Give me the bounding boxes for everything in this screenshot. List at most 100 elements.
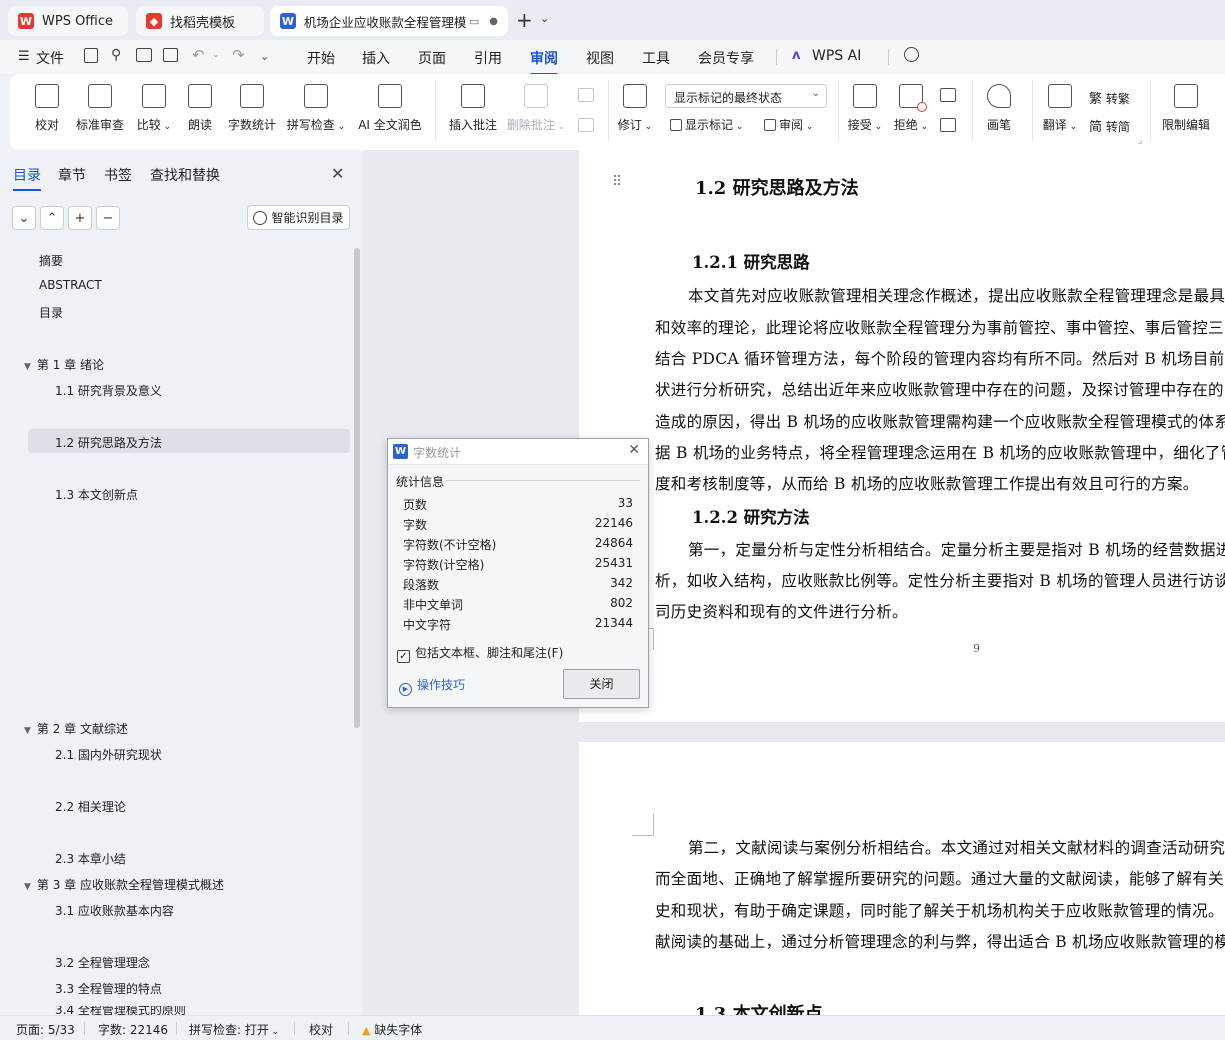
undo-chevron-icon[interactable]: ⌄ [212,50,220,60]
panel-scrollbar[interactable] [354,248,360,728]
panel-tab-find-replace[interactable]: 查找和替换 [150,165,220,185]
add-heading-button[interactable]: + [68,206,92,230]
toc-item[interactable]: 目录 [39,304,63,321]
hamburger-icon[interactable]: ☰ [18,49,30,64]
toc-item[interactable]: ABSTRACT [39,278,102,292]
toc-item-chapter-1[interactable]: ▼ 第 1 章 绪论 [24,356,104,373]
close-button[interactable]: 关闭 [563,669,640,699]
to-traditional-button[interactable]: 繁 转繁 [1089,88,1130,107]
review-pane-button[interactable]: 审阅 ⌄ [764,116,813,133]
close-panel-icon[interactable]: ✕ [331,164,344,183]
toc-item[interactable]: 2.3 本章小结 [55,850,126,867]
toc-item-chapter-2[interactable]: ▼ 第 2 章 文献综述 [24,720,128,737]
to-simplified-button[interactable]: 简 转简 [1089,116,1130,135]
expand-triangle-icon[interactable]: ▼ [24,882,31,892]
proofread-label: 校对 [34,118,59,132]
proofread-button[interactable]: 校对 [30,84,64,133]
menu-references[interactable]: 引用 [474,48,502,68]
prev-comment-icon[interactable] [578,88,594,102]
collapse-toc-button[interactable]: ⌃ [40,206,64,230]
toc-item[interactable]: 1.1 研究背景及意义 [55,382,162,399]
tab-list-chevron-icon[interactable]: ⌄ [540,12,549,25]
menu-member[interactable]: 会员专享 [698,48,754,68]
word-count-indicator[interactable]: 字数: 22146 [98,1021,168,1038]
print-preview-icon[interactable] [163,48,178,62]
chevron-down-icon: ⌄ [871,122,883,132]
proofread-indicator[interactable]: 校对 [309,1021,333,1038]
missing-font-indicator[interactable]: ▲ 缺失字体 [362,1021,422,1038]
expand-dialog-icon[interactable]: ⌟ [1138,136,1142,146]
new-tab-plus-icon[interactable]: + [516,8,533,32]
toc-item[interactable]: 2.2 相关理论 [55,798,126,815]
panel-tab-toc[interactable]: 目录 [13,165,41,191]
insert-comment-button[interactable]: 插入批注 [446,84,500,133]
search-icon[interactable] [904,47,919,62]
spell-check-indicator[interactable]: 拼写检查: 打开 ⌄ [189,1021,279,1038]
read-aloud-button[interactable]: 朗读 [184,84,216,133]
close-icon[interactable]: ✕ [628,442,640,458]
expand-triangle-icon[interactable]: ▼ [24,362,31,372]
standard-review-icon [88,84,112,108]
quick-save-icon[interactable] [84,48,98,63]
toc-item-chapter-3[interactable]: ▼ 第 3 章 应收账款全程管理模式概述 [24,876,224,893]
page-indicator[interactable]: 页面: 5/33 [16,1021,75,1038]
smart-toc-button[interactable]: 智能识别目录 [247,205,350,230]
standard-review-button[interactable]: 标准审查 [74,84,126,133]
menu-file[interactable]: 文件 [36,48,64,68]
redo-icon[interactable]: ↷ [232,46,245,64]
tab-wps-office[interactable]: W WPS Office [8,6,128,36]
print-icon[interactable] [136,48,152,62]
track-changes-button[interactable]: 修订 ⌄ [616,84,654,133]
toc-item[interactable]: 3.4 全程管理模式的原则 [55,1006,186,1015]
menu-page[interactable]: 页面 [418,48,446,68]
menu-view[interactable]: 视图 [586,48,614,68]
menu-home[interactable]: 开始 [307,48,335,68]
tab-templates[interactable]: ◆ 找稻壳模板 [136,6,264,36]
more-chevron-icon[interactable]: ⌄ [260,50,269,63]
drag-handle-icon[interactable]: ⠿ [612,174,622,190]
expand-triangle-icon[interactable]: ▼ [24,726,31,736]
stat-value: 24864 [594,536,633,550]
word-count-button[interactable]: 字数统计 [226,84,278,133]
compare-label: 比较 [136,118,161,132]
toc-item[interactable]: 1.3 本文创新点 [55,486,138,503]
dialog-title-bar[interactable]: W 字数统计 ✕ [388,439,648,465]
show-markup-button[interactable]: 显示标记 ⌄ [670,116,743,133]
tips-link[interactable]: ▶ 操作技巧 [399,676,465,696]
expand-toc-button[interactable]: ⌄ [12,206,36,230]
toc-item[interactable]: 3.3 全程管理的特点 [55,980,162,997]
menu-tools[interactable]: 工具 [642,48,670,68]
document-page[interactable] [579,150,1225,722]
toc-item[interactable]: 摘要 [39,252,63,269]
pen-button[interactable]: 画笔 [982,84,1016,133]
prev-change-icon[interactable] [940,88,956,102]
include-textbox-checkbox[interactable]: ✓ 包括文本框、脚注和尾注(F) [397,644,563,663]
accept-button[interactable]: 接受 ⌄ [846,84,884,133]
next-comment-icon[interactable] [578,118,594,132]
toc-item[interactable]: 3.1 应收账款基本内容 [55,902,174,919]
toc-item[interactable]: 2.1 国内外研究现状 [55,746,162,763]
ai-polish-button[interactable]: AI 全文润色 [356,84,424,133]
panel-tab-sections[interactable]: 章节 [58,165,86,185]
spell-check-button[interactable]: 拼写检查 ⌄ [286,84,346,133]
reject-button[interactable]: 拒绝 ⌄ [892,84,930,133]
menu-insert[interactable]: 插入 [362,48,390,68]
unsaved-dot-icon[interactable]: ● [489,16,498,27]
compare-button[interactable]: 比较 ⌄ [134,84,174,133]
toc-item-selected[interactable]: 1.2 研究思路及方法 [55,434,162,451]
remove-heading-button[interactable]: − [96,206,120,230]
menu-review[interactable]: 审阅 [530,48,558,76]
delete-comment-button[interactable]: 删除批注 ⌄ [506,84,566,133]
next-change-icon[interactable] [940,118,956,132]
ribbon-separator [1150,80,1151,140]
panel-tab-bookmarks[interactable]: 书签 [104,165,132,185]
status-separator [176,1022,177,1035]
restrict-editing-button[interactable]: 限制编辑 [1158,84,1214,133]
markup-display-select[interactable]: 显示标记的最终状态 ⌄ [665,84,827,108]
toc-item[interactable]: 3.2 全程管理理念 [55,954,150,971]
quick-link-icon[interactable]: ⚲ [111,47,121,63]
translate-button[interactable]: 翻译 ⌄ [1040,84,1080,133]
menu-wps-ai[interactable]: WPS AI [812,48,861,64]
tab-document[interactable]: W 机场企业应收账款全程管理模式 ▭ ● [270,6,508,36]
undo-icon[interactable]: ↶ [192,46,205,64]
